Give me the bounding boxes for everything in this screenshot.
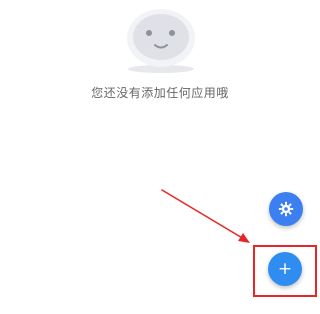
add-app-fab-button[interactable]: + xyxy=(268,252,302,286)
empty-state-message: 您还没有添加任何应用哦 xyxy=(91,86,229,100)
empty-state-illustration xyxy=(124,6,198,76)
robot-face-icon xyxy=(127,9,195,73)
settings-fab-button[interactable] xyxy=(269,192,303,226)
gear-icon xyxy=(278,201,294,217)
plus-icon: + xyxy=(277,258,293,279)
